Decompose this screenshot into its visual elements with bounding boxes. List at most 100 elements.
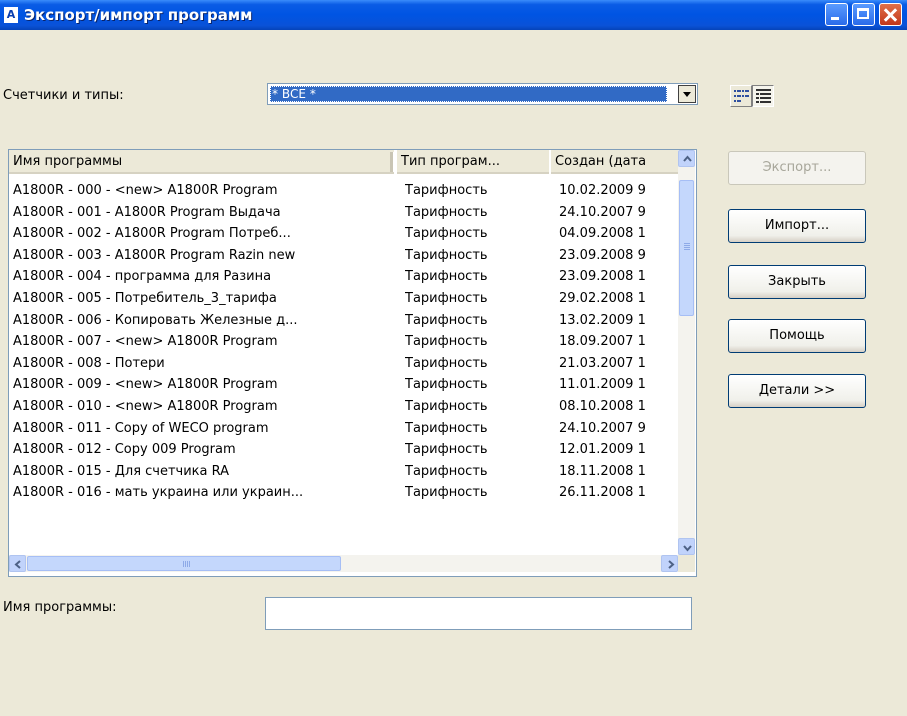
table-row[interactable]: A1800R - 015 - Для счетчика RA Тарифность… xyxy=(9,461,678,483)
scroll-left-button[interactable] xyxy=(9,555,26,572)
created-date-cell: 11.01.2009 1 xyxy=(559,377,646,393)
scrollbar-corner xyxy=(678,555,695,572)
table-row[interactable]: A1800R - 003 - A1800R Program Razin new Т… xyxy=(9,245,678,267)
program-name-cell: A1800R - 011 - Copy of WECO program xyxy=(13,420,269,436)
maximize-icon xyxy=(857,8,869,19)
chevron-down-icon[interactable] xyxy=(678,85,696,103)
list-view-button[interactable] xyxy=(730,85,752,107)
created-date-cell: 13.02.2009 1 xyxy=(559,312,646,328)
column-separator[interactable] xyxy=(390,152,394,172)
program-type-cell: Тарифность xyxy=(405,290,488,306)
created-date-cell: 24.10.2007 9 xyxy=(559,420,646,436)
program-type-cell: Тарифность xyxy=(405,183,488,198)
meter-type-dropdown[interactable]: * ВСЕ * xyxy=(267,83,698,105)
program-name-cell: A1800R - 008 - Потери xyxy=(13,355,165,371)
details-view-icon xyxy=(756,89,771,103)
table-row[interactable]: A1800R - 000 - <new> A1800R Program Тариф… xyxy=(9,180,678,202)
table-row[interactable]: A1800R - 011 - Copy of WECO program Тариф… xyxy=(9,418,678,440)
created-date-cell: 18.09.2007 1 xyxy=(559,334,646,350)
program-name-cell: A1800R - 000 - <new> A1800R Program xyxy=(13,183,278,198)
column-header-name[interactable]: Имя программы xyxy=(9,150,394,174)
export-button[interactable]: Экспорт... xyxy=(728,151,866,185)
program-name-cell: A1800R - 010 - <new> A1800R Program xyxy=(13,398,278,414)
list-rows: A1800R - 000 - <new> A1800R Program Тариф… xyxy=(9,180,678,504)
program-name-cell: A1800R - 002 - A1800R Program Потреб... xyxy=(13,226,291,242)
program-name-cell: A1800R - 009 - <new> A1800R Program xyxy=(13,377,278,393)
program-name-cell: A1800R - 005 - Потребитель_3_тарифа xyxy=(13,290,277,306)
details-view-button[interactable] xyxy=(752,85,774,107)
program-type-cell: Тарифность xyxy=(405,334,488,350)
program-type-cell: Тарифность xyxy=(405,226,488,242)
chevron-down-icon xyxy=(683,545,692,552)
maximize-button[interactable] xyxy=(852,3,875,26)
program-type-cell: Тарифность xyxy=(405,355,488,371)
title-bar[interactable]: A Экспорт/импорт программ xyxy=(0,0,907,30)
vertical-scroll-thumb[interactable] xyxy=(679,180,694,316)
app-icon: A xyxy=(4,7,18,23)
minimize-icon xyxy=(831,17,839,20)
chevron-right-icon xyxy=(668,560,675,569)
program-type-cell: Тарифность xyxy=(405,247,488,263)
table-row[interactable]: A1800R - 010 - <new> A1800R Program Тариф… xyxy=(9,396,678,418)
created-date-cell: 23.09.2008 9 xyxy=(559,247,646,263)
dropdown-selected-value: * ВСЕ * xyxy=(270,86,667,102)
close-button[interactable]: Закрыть xyxy=(728,265,866,299)
program-list[interactable]: Имя программы Тип програм... Создан (дат… xyxy=(8,149,697,577)
filter-label: Счетчики и типы: xyxy=(3,88,124,103)
column-header-created[interactable]: Создан (дата xyxy=(551,150,678,174)
help-button[interactable]: Помощь xyxy=(728,319,866,353)
program-type-cell: Тарифность xyxy=(405,377,488,393)
details-button[interactable]: Детали >> xyxy=(728,374,866,408)
program-name-cell: A1800R - 001 - A1800R Program Выдача xyxy=(13,204,281,220)
created-date-cell: 04.09.2008 1 xyxy=(559,226,646,242)
horizontal-scroll-thumb[interactable] xyxy=(27,556,341,571)
table-row[interactable]: A1800R - 007 - <new> A1800R Program Тариф… xyxy=(9,331,678,353)
horizontal-scrollbar[interactable] xyxy=(9,555,678,572)
program-name-label: Имя программы: xyxy=(3,600,117,615)
scroll-down-button[interactable] xyxy=(678,538,695,555)
created-date-cell: 08.10.2008 1 xyxy=(559,398,646,414)
table-row[interactable]: A1800R - 009 - <new> A1800R Program Тариф… xyxy=(9,374,678,396)
column-header-type[interactable]: Тип програм... xyxy=(397,150,549,174)
program-type-cell: Тарифность xyxy=(405,269,488,285)
program-type-cell: Тарифность xyxy=(405,420,488,436)
created-date-cell: 18.11.2008 1 xyxy=(559,463,646,479)
program-name-field[interactable] xyxy=(265,597,692,630)
created-date-cell: 10.02.2009 9 xyxy=(559,183,646,198)
table-row[interactable]: A1800R - 005 - Потребитель_3_тарифа Тариф… xyxy=(9,288,678,310)
program-name-cell: A1800R - 003 - A1800R Program Razin new xyxy=(13,247,296,263)
table-row[interactable]: A1800R - 008 - Потери Тарифность 21.03.200… xyxy=(9,353,678,375)
program-type-cell: Тарифность xyxy=(405,485,488,501)
program-name-cell: A1800R - 015 - Для счетчика RA xyxy=(13,463,230,479)
created-date-cell: 26.11.2008 1 xyxy=(559,485,646,501)
program-name-cell: A1800R - 006 - Копировать Железные д... xyxy=(13,312,298,328)
created-date-cell: 29.02.2008 1 xyxy=(559,290,646,306)
created-date-cell: 23.09.2008 1 xyxy=(559,269,646,285)
program-type-cell: Тарифность xyxy=(405,204,488,220)
chevron-left-icon xyxy=(14,560,21,569)
scroll-up-button[interactable] xyxy=(678,150,695,167)
table-row[interactable]: A1800R - 001 - A1800R Program Выдача Тари… xyxy=(9,202,678,224)
close-window-button[interactable] xyxy=(879,3,902,26)
program-type-cell: Тарифность xyxy=(405,312,488,328)
program-type-cell: Тарифность xyxy=(405,463,488,479)
created-date-cell: 21.03.2007 1 xyxy=(559,355,646,371)
created-date-cell: 24.10.2007 9 xyxy=(559,204,646,220)
table-row[interactable]: A1800R - 016 - мать украина или украин..… xyxy=(9,482,678,504)
program-name-cell: A1800R - 016 - мать украина или украин..… xyxy=(13,485,304,501)
table-row[interactable]: A1800R - 012 - Copy 009 Program Тарифност… xyxy=(9,439,678,461)
vertical-scrollbar[interactable] xyxy=(678,150,695,555)
import-button[interactable]: Импорт... xyxy=(728,209,866,243)
program-name-cell: A1800R - 012 - Copy 009 Program xyxy=(13,442,236,458)
minimize-button[interactable] xyxy=(825,3,848,26)
program-name-cell: A1800R - 004 - программа для Разина xyxy=(13,269,272,285)
program-type-cell: Тарифность xyxy=(405,442,488,458)
table-row[interactable]: A1800R - 004 - программа для Разина Тариф… xyxy=(9,266,678,288)
scroll-right-button[interactable] xyxy=(661,555,678,572)
program-name-cell: A1800R - 007 - <new> A1800R Program xyxy=(13,334,278,350)
list-view-icon xyxy=(734,90,749,102)
table-row[interactable]: A1800R - 002 - A1800R Program Потреб... Т… xyxy=(9,223,678,245)
chevron-up-icon xyxy=(683,155,692,162)
created-date-cell: 12.01.2009 1 xyxy=(559,442,646,458)
table-row[interactable]: A1800R - 006 - Копировать Железные д... Т… xyxy=(9,310,678,332)
